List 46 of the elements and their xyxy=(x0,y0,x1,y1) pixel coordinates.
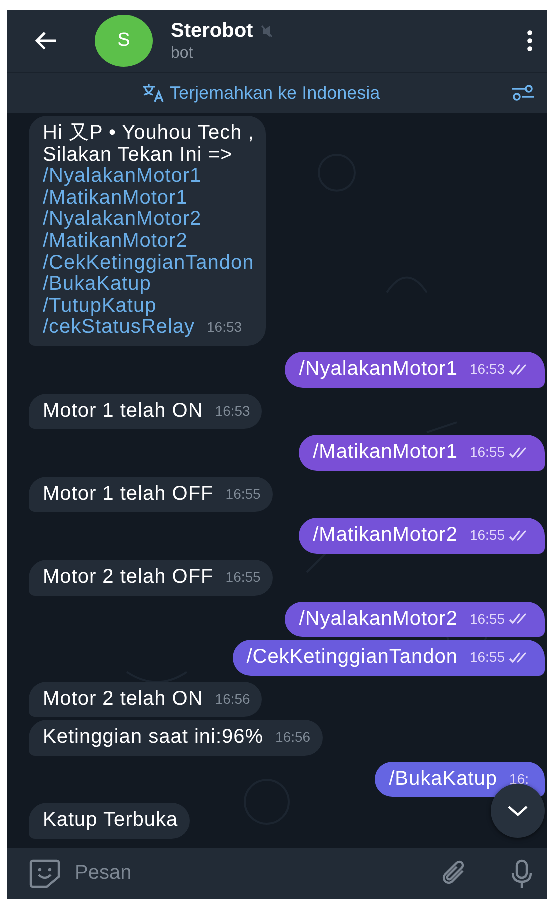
translate-icon xyxy=(142,83,166,103)
message-time: 16:53 xyxy=(470,360,505,379)
avatar: S xyxy=(95,15,153,67)
message-time: 16:53 xyxy=(215,402,250,421)
command-link[interactable]: /TutupKatup xyxy=(43,296,254,318)
command-link[interactable]: /NyalakanMotor2 xyxy=(43,209,254,231)
message-time: 16:55 xyxy=(226,568,261,587)
message-input-bar[interactable]: Pesan xyxy=(7,848,547,899)
message-text: Motor 1 telah OFF xyxy=(43,484,214,506)
message-time: 16:55 xyxy=(226,484,261,504)
message-text: /MatikanMotor1 xyxy=(313,442,458,464)
back-icon[interactable] xyxy=(35,31,57,51)
message-time: 16:56 xyxy=(276,728,311,748)
menu-icon[interactable] xyxy=(527,30,533,52)
command-link[interactable]: /CekKetinggianTandon xyxy=(43,252,254,274)
message-time: 16: xyxy=(510,770,529,789)
command-link[interactable]: /BukaKatup xyxy=(43,274,254,296)
message-text: Ketinggian saat ini:96% xyxy=(43,727,264,749)
command-link[interactable]: /cekStatusRelay xyxy=(43,317,196,339)
chevron-down-icon xyxy=(507,805,529,817)
command-link[interactable]: /NyalakanMotor1 xyxy=(43,166,254,188)
settings-icon[interactable] xyxy=(511,84,535,102)
message-text: /MatikanMotor2 xyxy=(313,525,458,547)
microphone-icon[interactable] xyxy=(511,858,533,888)
message-text: Motor 2 telah ON xyxy=(43,688,204,710)
message-text: /NyalakanMotor1 xyxy=(299,358,458,381)
message-text: Motor 1 telah ON xyxy=(43,400,204,422)
message-time: 16:55 xyxy=(470,648,505,668)
message-input-field[interactable]: Pesan xyxy=(75,862,427,885)
chat-title: Sterobot xyxy=(171,20,254,42)
chat-subtitle: bot xyxy=(171,44,194,62)
message-time: 16:55 xyxy=(470,610,505,628)
message-text: Hi 又P • Youhou Tech , xyxy=(43,123,254,145)
message-time: 16:55 xyxy=(470,443,505,462)
message-text: /NyalakanMotor2 xyxy=(299,608,458,630)
message-text: Katup Terbuka xyxy=(43,810,178,832)
message-text: Silakan Tekan Ini => xyxy=(43,144,234,166)
sticker-icon[interactable] xyxy=(29,858,61,888)
message-text: /CekKetinggianTandon xyxy=(246,647,458,669)
message-time: 16:55 xyxy=(470,526,505,546)
message-text: Motor 2 telah OFF xyxy=(43,566,214,588)
message-time: 16:56 xyxy=(215,690,250,709)
command-link[interactable]: /MatikanMotor2 xyxy=(43,230,254,253)
message-text: /BukaKatup xyxy=(389,768,498,790)
command-link[interactable]: /MatikanMotor1 xyxy=(43,188,254,210)
message-time: 16:53 xyxy=(207,318,242,338)
